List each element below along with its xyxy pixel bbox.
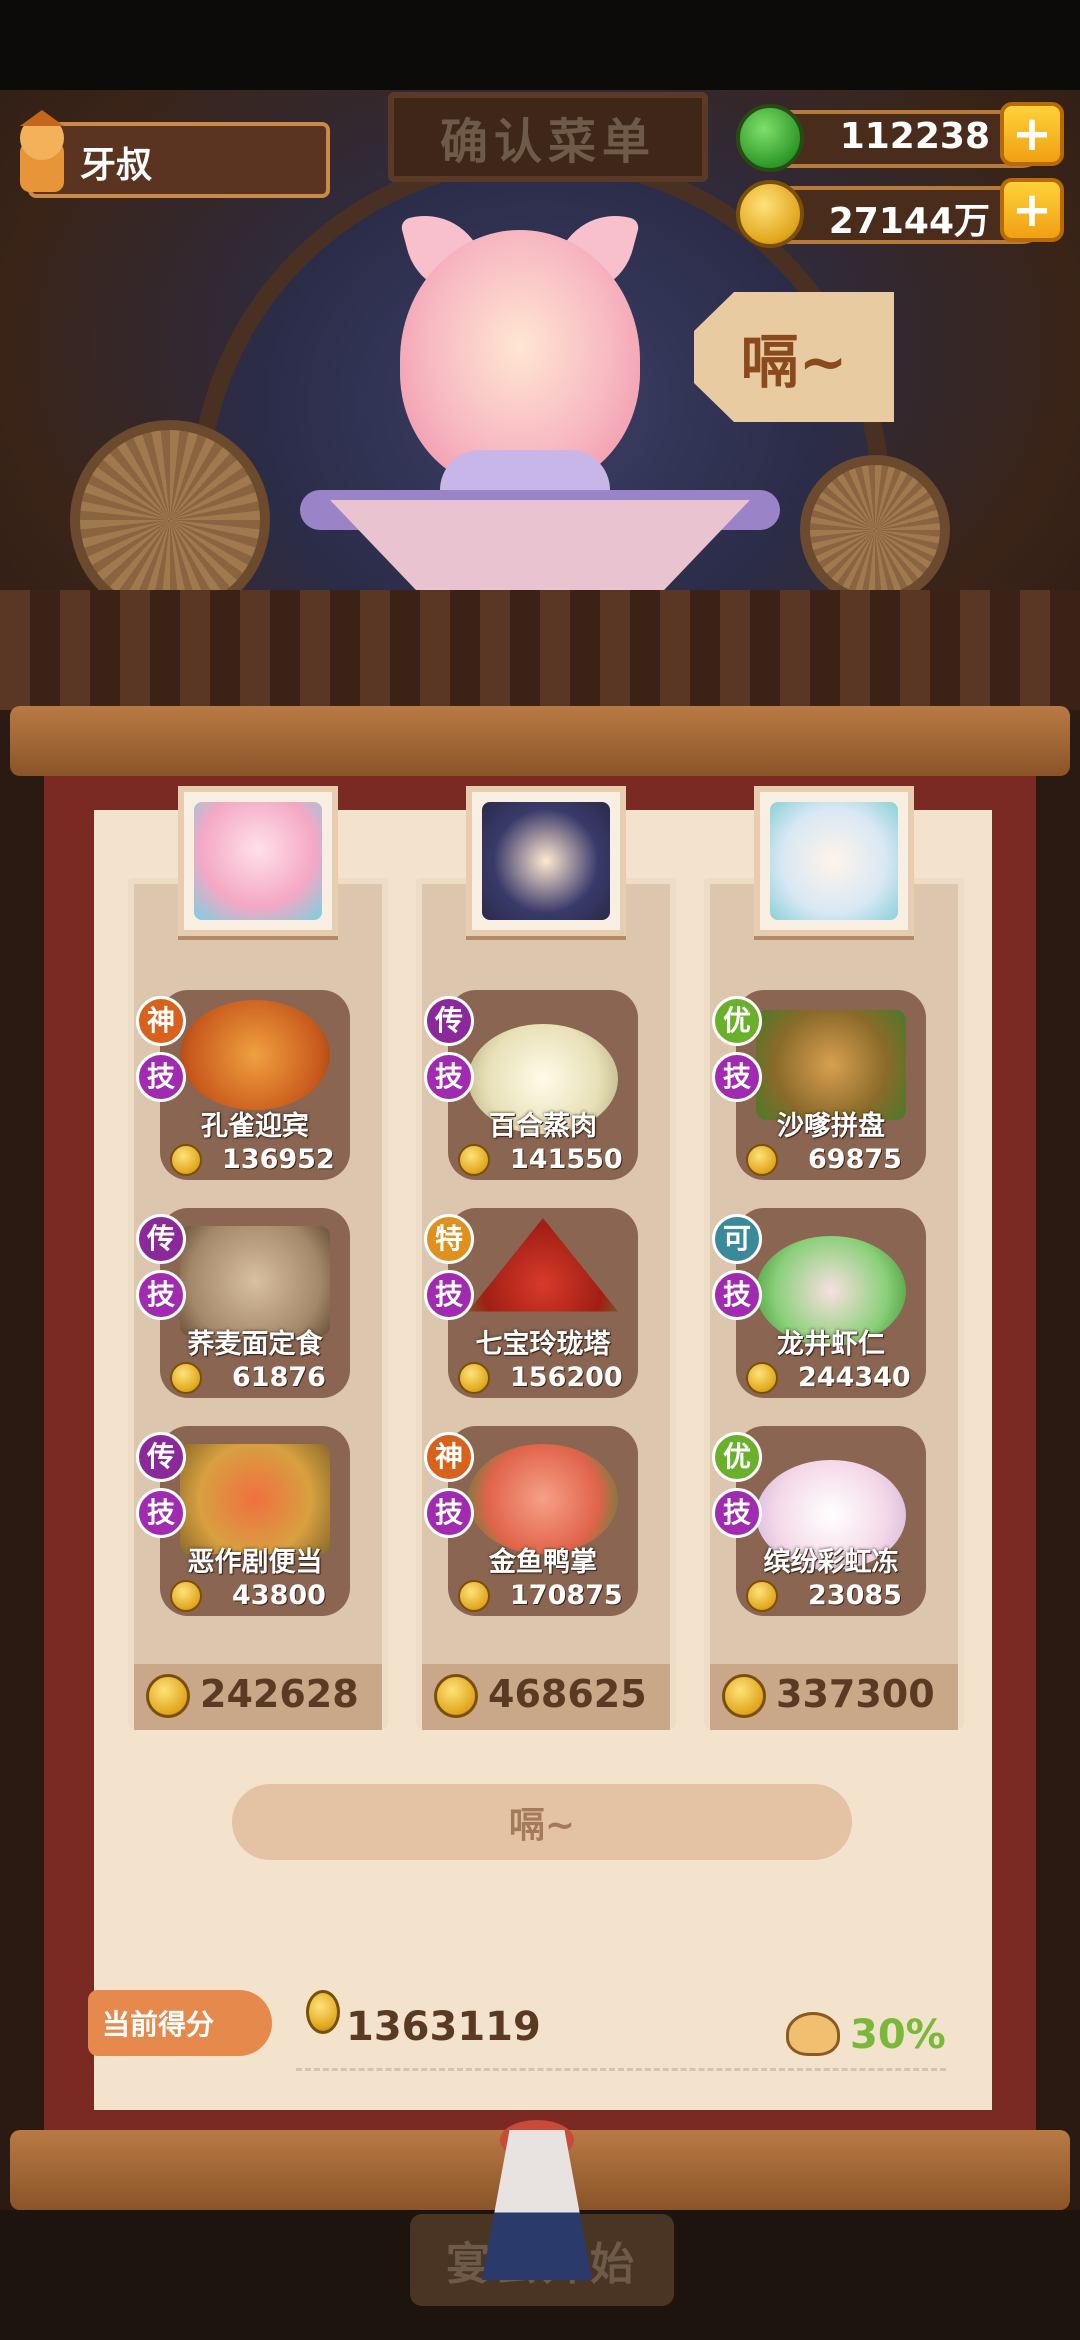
skill-badge: 技: [136, 1488, 186, 1538]
coin-icon: [434, 1674, 478, 1718]
chef-portrait[interactable]: [466, 786, 626, 936]
chef-avatar: [482, 802, 610, 920]
dish-price: 170875: [510, 1580, 623, 1611]
coin-icon: [458, 1580, 490, 1612]
skill-badge: 技: [424, 1488, 474, 1538]
coin-icon: [458, 1144, 490, 1176]
action-button-label: 嗝~: [508, 1805, 576, 1846]
dish-name: 缤纷彩虹冻: [763, 1547, 899, 1578]
dish-name: 百合蒸肉: [489, 1111, 597, 1142]
dish-price: 156200: [510, 1362, 623, 1393]
dish-name: 沙嗲拼盘: [777, 1111, 885, 1142]
dish-price: 244340: [798, 1362, 911, 1393]
rank-badge: 传: [424, 996, 474, 1046]
speech-sign: 嗝~: [694, 292, 894, 422]
coin-icon: [746, 1144, 778, 1176]
chef-avatar: [194, 802, 322, 920]
rank-badge: 特: [424, 1214, 474, 1264]
skill-badge: 技: [136, 1270, 186, 1320]
current-score-tag: 当前得分: [88, 1990, 272, 2056]
rank-badge: 优: [712, 1432, 762, 1482]
rank-badge: 优: [712, 996, 762, 1046]
bonus-percent: 30%: [850, 2012, 946, 2058]
dish-image: [468, 1444, 618, 1554]
skill-badge: 技: [424, 1052, 474, 1102]
coin-icon: [146, 1674, 190, 1718]
dish-image: [180, 1226, 330, 1336]
dish-price: 43800: [232, 1580, 326, 1611]
skill-badge: 技: [424, 1270, 474, 1320]
add-coin-button[interactable]: +: [1000, 178, 1064, 242]
score-divider: [296, 2068, 946, 2071]
dish-price: 61876: [232, 1362, 326, 1393]
customer-speech: 嗝~: [740, 328, 848, 396]
dish-name: 荞麦面定食: [187, 1329, 323, 1360]
dish-name: 龙井虾仁: [777, 1329, 885, 1360]
coin-icon: [170, 1144, 202, 1176]
dish-name: 恶作剧便当: [187, 1547, 323, 1578]
dish-price: 141550: [510, 1144, 623, 1175]
current-score-value: 1363119: [346, 2004, 541, 2050]
column-total: 468625: [488, 1672, 647, 1716]
dish-image: [180, 1000, 330, 1110]
dish-price: 23085: [808, 1580, 902, 1611]
chef-avatar: [770, 802, 898, 920]
coin-icon: [746, 1362, 778, 1394]
column-total: 242628: [200, 1672, 359, 1716]
jade-amount: 112238: [839, 116, 990, 157]
rank-badge: 神: [424, 1432, 474, 1482]
title-sign: 确认菜单: [388, 92, 708, 182]
rank-badge: 传: [136, 1432, 186, 1482]
rank-badge: 神: [136, 996, 186, 1046]
skill-badge: 技: [136, 1052, 186, 1102]
wooden-railing: [0, 590, 1080, 710]
add-jade-button[interactable]: +: [1000, 102, 1064, 166]
skill-badge: 技: [712, 1488, 762, 1538]
rank-badge: 传: [136, 1214, 186, 1264]
status-bar: [0, 0, 1080, 90]
bonus-pot-icon: [786, 2012, 840, 2056]
player-avatar-icon[interactable]: [6, 108, 78, 198]
dish-image: [180, 1444, 330, 1554]
coin-icon: [170, 1580, 202, 1612]
rank-badge: 可: [712, 1214, 762, 1264]
skill-badge: 技: [712, 1270, 762, 1320]
coin-icon: [170, 1362, 202, 1394]
page-title: 确认菜单: [439, 114, 656, 170]
burp-action-button[interactable]: 嗝~: [232, 1784, 852, 1860]
coin-icon: [306, 1990, 340, 2034]
player-name: 牙叔: [80, 145, 153, 186]
current-score-label: 当前得分: [102, 2008, 215, 2041]
coin-icon: [458, 1362, 490, 1394]
chef-portrait[interactable]: [178, 786, 338, 936]
fan-decoration-right: [800, 455, 950, 605]
dish-name: 金鱼鸭掌: [489, 1547, 597, 1578]
chef-portrait[interactable]: [754, 786, 914, 936]
dish-price: 69875: [808, 1144, 902, 1175]
coin-icon: [722, 1674, 766, 1718]
dish-price: 136952: [222, 1144, 335, 1175]
dish-name: 七宝玲珑塔: [475, 1329, 611, 1360]
dish-name: 孔雀迎宾: [201, 1111, 309, 1142]
coin-amount: 27144万: [828, 201, 990, 242]
coin-icon: [746, 1580, 778, 1612]
skill-badge: 技: [712, 1052, 762, 1102]
scroll-rod-top: [10, 706, 1070, 776]
column-total: 337300: [776, 1672, 935, 1716]
